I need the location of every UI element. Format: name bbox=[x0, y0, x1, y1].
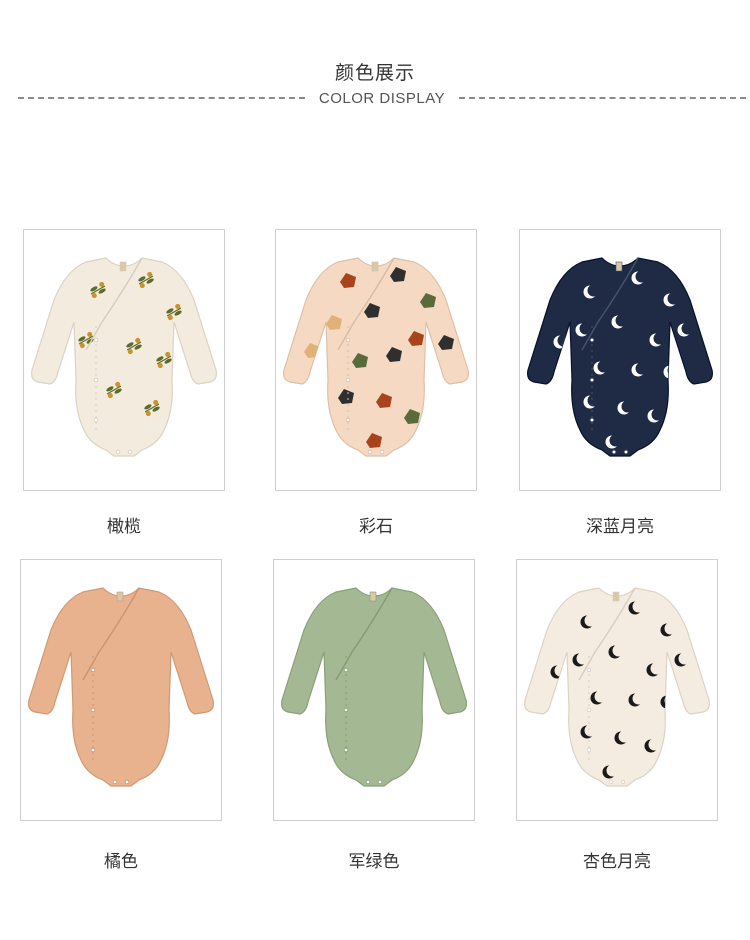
bodysuit-shape bbox=[524, 587, 710, 787]
bodysuit-shape bbox=[31, 257, 217, 457]
snap-button-icon bbox=[90, 707, 96, 713]
bodysuit-image bbox=[28, 587, 214, 787]
bodysuit-image bbox=[283, 257, 469, 457]
section-subtitle: COLOR DISPLAY bbox=[318, 89, 446, 107]
snap-button-icon bbox=[586, 747, 592, 753]
snap-button-icon bbox=[345, 377, 351, 383]
snap-button-icon bbox=[343, 667, 349, 673]
snap-button-icon bbox=[589, 417, 595, 423]
snap-button-icon bbox=[345, 417, 351, 423]
snap-button-icon bbox=[343, 707, 349, 713]
tag-label bbox=[615, 261, 623, 272]
snap-button-icon bbox=[90, 747, 96, 753]
bodysuit-image bbox=[524, 587, 710, 787]
snap-button-icon bbox=[611, 449, 617, 455]
product-label: 深蓝月亮 bbox=[586, 517, 654, 537]
product-card-apricot-moon[interactable] bbox=[516, 559, 718, 821]
product-card-army-green[interactable] bbox=[273, 559, 475, 821]
section-title: 颜色展示 bbox=[334, 62, 415, 84]
snap-button-icon bbox=[343, 747, 349, 753]
bodysuit-image bbox=[527, 257, 713, 457]
product-card-olive[interactable] bbox=[23, 229, 225, 491]
bodysuit-shape bbox=[281, 587, 467, 787]
snap-button-icon bbox=[379, 449, 385, 455]
tag-label bbox=[369, 591, 377, 602]
snap-button-icon bbox=[93, 337, 99, 343]
snap-button-icon bbox=[586, 707, 592, 713]
product-card-terrazzo[interactable] bbox=[275, 229, 477, 491]
snap-button-icon bbox=[586, 667, 592, 673]
section-subtitle-row: COLOR DISPLAY bbox=[18, 86, 747, 110]
tag-label bbox=[116, 591, 124, 602]
tag-label bbox=[119, 261, 127, 272]
product-label: 橘色 bbox=[104, 852, 138, 872]
tag-label bbox=[612, 591, 620, 602]
dashed-divider-right bbox=[459, 97, 747, 99]
product-card-orange[interactable] bbox=[20, 559, 222, 821]
bodysuit-shape bbox=[283, 257, 469, 457]
snap-button-icon bbox=[345, 337, 351, 343]
product-card-navy-moon[interactable] bbox=[519, 229, 721, 491]
product-label: 彩石 bbox=[359, 517, 393, 537]
product-label: 军绿色 bbox=[348, 852, 400, 872]
snap-button-icon bbox=[377, 779, 383, 785]
snap-button-icon bbox=[115, 449, 121, 455]
snap-button-icon bbox=[127, 449, 133, 455]
snap-button-icon bbox=[93, 377, 99, 383]
tag-label bbox=[371, 261, 379, 272]
snap-button-icon bbox=[367, 449, 373, 455]
snap-button-icon bbox=[623, 449, 629, 455]
dashed-divider-left bbox=[18, 97, 305, 99]
snap-button-icon bbox=[124, 779, 130, 785]
bodysuit-shape bbox=[28, 587, 214, 787]
product-label: 橄榄 bbox=[107, 517, 141, 537]
snap-button-icon bbox=[608, 779, 614, 785]
snap-button-icon bbox=[90, 667, 96, 673]
bodysuit-shape bbox=[527, 257, 713, 457]
stone-shape bbox=[424, 363, 440, 378]
snap-button-icon bbox=[589, 377, 595, 383]
snap-button-icon bbox=[365, 779, 371, 785]
bodysuit-image bbox=[281, 587, 467, 787]
snap-button-icon bbox=[620, 779, 626, 785]
snap-button-icon bbox=[93, 417, 99, 423]
product-label: 杏色月亮 bbox=[583, 852, 651, 872]
snap-button-icon bbox=[589, 337, 595, 343]
snap-button-icon bbox=[112, 779, 118, 785]
bodysuit-image bbox=[31, 257, 217, 457]
